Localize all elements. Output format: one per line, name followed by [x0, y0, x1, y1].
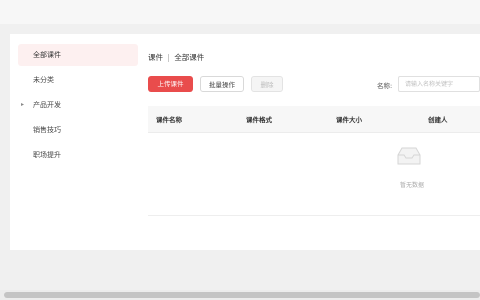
sidebar-item-label: 产品开发 [33, 101, 61, 109]
breadcrumb: 课件 | 全部课件 [148, 52, 204, 63]
column-header-size[interactable]: 课件大小 [336, 114, 362, 124]
delete-button[interactable]: 删除 [251, 76, 283, 92]
sidebar-item-label: 全部课件 [33, 51, 61, 59]
sidebar-item-product-dev[interactable]: ▸ 产品开发 [18, 94, 138, 116]
scrollbar-thumb[interactable] [4, 292, 480, 298]
search-label: 名称: [377, 82, 393, 90]
category-sidebar: 全部课件 未分类 ▸ 产品开发 销售技巧 职场提升 [18, 44, 138, 240]
sidebar-item-label: 职场提升 [33, 151, 61, 159]
empty-inbox-icon [397, 147, 421, 165]
breadcrumb-current: 全部课件 [174, 53, 205, 62]
main-panel: 全部课件 未分类 ▸ 产品开发 销售技巧 职场提升 课件 | 全部课件 上传课件… [10, 34, 480, 250]
breadcrumb-section[interactable]: 课件 [148, 53, 163, 62]
sidebar-item-uncategorized[interactable]: 未分类 [18, 69, 138, 91]
table-body [148, 133, 480, 216]
batch-operation-button[interactable]: 批量操作 [200, 76, 244, 92]
sidebar-item-sales[interactable]: 销售技巧 [18, 119, 138, 141]
upload-button[interactable]: 上传课件 [148, 76, 193, 92]
sidebar-item-label: 未分类 [33, 76, 54, 84]
search-input[interactable] [398, 76, 480, 92]
chevron-right-icon[interactable]: ▸ [21, 94, 24, 116]
column-header-creator[interactable]: 创建人 [428, 114, 448, 124]
sidebar-item-career[interactable]: 职场提升 [18, 144, 138, 166]
column-header-format[interactable]: 课件格式 [246, 114, 272, 124]
table-header: 课件名称 课件格式 课件大小 创建人 [148, 106, 480, 133]
breadcrumb-separator: | [167, 53, 170, 62]
sidebar-item-label: 销售技巧 [33, 126, 61, 134]
top-strip [0, 0, 480, 24]
sidebar-item-all[interactable]: 全部课件 [18, 44, 138, 66]
empty-state-text: 暂无数据 [399, 182, 424, 189]
column-header-name[interactable]: 课件名称 [156, 114, 182, 124]
content-area: 课件 | 全部课件 上传课件 批量操作 删除 名称: 课件名称 课件格式 课件大… [148, 34, 480, 250]
